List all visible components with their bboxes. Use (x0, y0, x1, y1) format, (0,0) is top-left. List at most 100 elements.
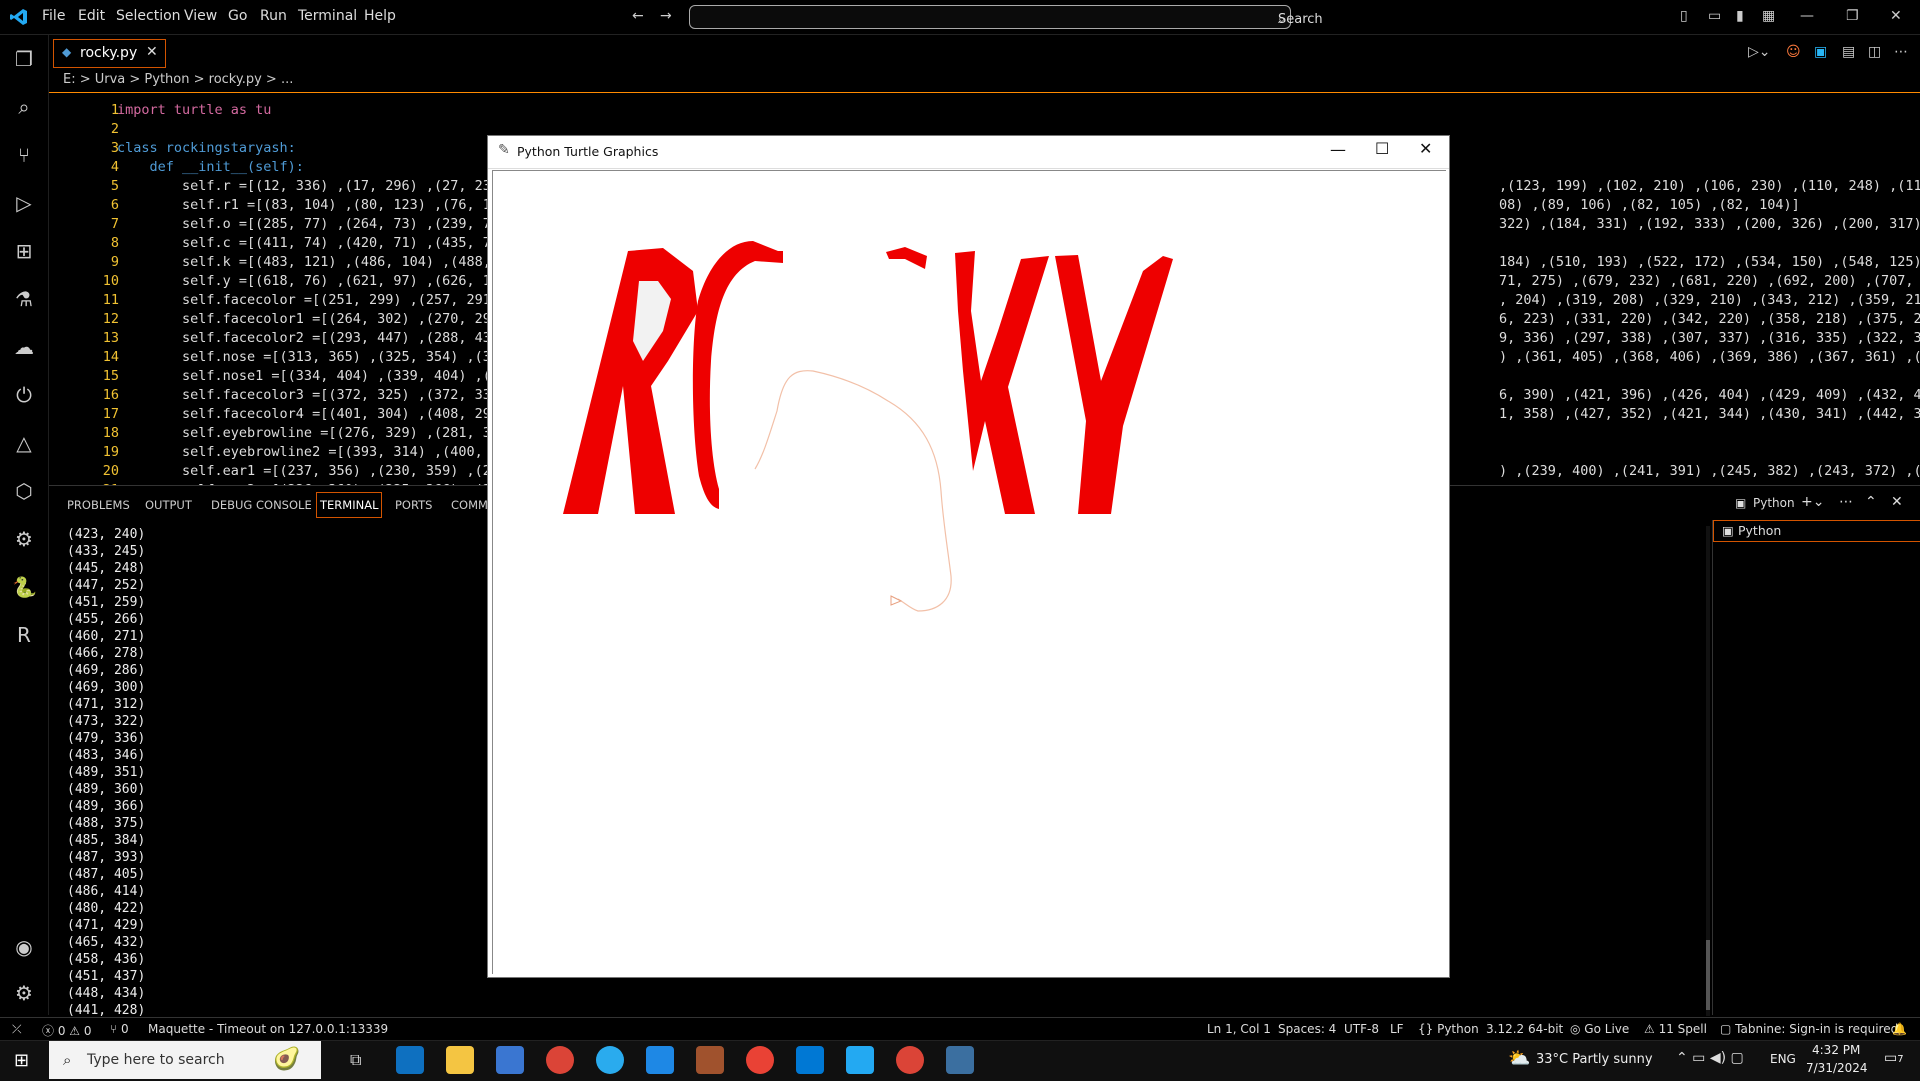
notification-center-icon[interactable]: ▭7 (1884, 1050, 1904, 1066)
indentation-status[interactable]: Spaces: 4 (1278, 1022, 1336, 1036)
problems-status[interactable]: ⓧ 0 ⚠ 0 (42, 1022, 92, 1039)
close-panel-icon[interactable]: ✕ (1891, 494, 1903, 510)
remote-icon[interactable]: ⤫ (12, 1022, 22, 1037)
breadcrumb[interactable]: E: > Urva > Python > rocky.py > ... (63, 72, 293, 87)
tabnine-status[interactable]: ▢ Tabnine: Sign-in is required (1720, 1022, 1898, 1036)
winrar-icon[interactable] (696, 1046, 724, 1074)
code-text-overflow: 184) ,(510, 193) ,(522, 172) ,(534, 150)… (1499, 254, 1920, 270)
live-preview-icon[interactable]: ▣ (1814, 44, 1827, 60)
tab-comments[interactable]: COMM (451, 498, 488, 512)
deploy-icon[interactable]: △ (12, 431, 36, 455)
weather-text[interactable]: 33°C Partly sunny (1536, 1052, 1653, 1067)
command-search[interactable]: ⌕ Search (689, 5, 1323, 29)
spell-status[interactable]: ⚠ 11 Spell (1644, 1022, 1707, 1036)
code-line[interactable]: 1 import turtle as tu (49, 101, 1920, 120)
interpreter-status[interactable]: 3.12.2 64-bit (1486, 1022, 1563, 1036)
turtle-canvas[interactable] (492, 170, 1446, 974)
terminal-output[interactable]: (423, 240) (433, 245) (445, 248) (447, 252)… (67, 526, 145, 1019)
tab-rocky-py[interactable]: ◆ rocky.py ✕ (53, 39, 166, 68)
eol-status[interactable]: LF (1390, 1022, 1404, 1036)
remote-explorer-icon[interactable]: ☁ (12, 335, 36, 359)
menu-view[interactable]: View (184, 8, 217, 24)
menu-run[interactable]: Run (260, 8, 287, 24)
menu-go[interactable]: Go (228, 8, 247, 24)
turtle-maximize-icon[interactable]: ☐ (1375, 139, 1389, 158)
taskbar-search[interactable]: ⌕ Type here to search 🥑 (49, 1041, 321, 1079)
minimize-icon[interactable]: — (1800, 8, 1814, 24)
chrome-2-icon[interactable] (746, 1046, 774, 1074)
turtle-title-bar[interactable]: ✎ Python Turtle Graphics — ☐ ✕ (488, 136, 1449, 169)
explorer-icon[interactable]: ❐ (12, 47, 36, 71)
split-editor-icon[interactable]: ◫ (1868, 44, 1881, 60)
search-icon[interactable]: ⌕ (12, 95, 36, 119)
turtle-close-icon[interactable]: ✕ (1419, 139, 1432, 158)
file-explorer-icon[interactable] (446, 1046, 474, 1074)
run-debug-icon[interactable]: ▷ (12, 191, 36, 215)
settings-gear-icon[interactable]: ⚙ (12, 981, 36, 1005)
maquette-status[interactable]: Maquette - Timeout on 127.0.0.1:13339 (148, 1022, 388, 1036)
customize-layout-icon[interactable]: ▦ (1762, 8, 1775, 24)
ports-status[interactable]: ⑂ 0 (110, 1022, 129, 1036)
turtle-window[interactable]: ✎ Python Turtle Graphics — ☐ ✕ (487, 135, 1450, 978)
menu-edit[interactable]: Edit (78, 8, 105, 24)
more-actions-icon[interactable]: ⋯ (1894, 44, 1908, 60)
edge-icon[interactable] (396, 1046, 424, 1074)
r-language-icon[interactable]: R (12, 623, 36, 647)
back-arrow-icon[interactable]: ← (632, 8, 644, 24)
clock-date[interactable]: 7/31/2024 (1806, 1061, 1868, 1075)
tray-icons[interactable]: ⌃ ▭ ◀) ▢ (1676, 1050, 1744, 1066)
terminal-header-label[interactable]: Python (1753, 496, 1795, 510)
language-status[interactable]: {} Python (1418, 1022, 1479, 1036)
gear-hex-icon[interactable]: ⚙ (12, 527, 36, 551)
menu-help[interactable]: Help (364, 8, 396, 24)
panel-more-icon[interactable]: ⋯ (1839, 494, 1853, 510)
extensions-icon[interactable]: ⊞ (12, 239, 36, 263)
tab-close-icon[interactable]: ✕ (146, 44, 158, 60)
turtle-minimize-icon[interactable]: — (1330, 140, 1346, 159)
terminal-scrollbar[interactable] (1706, 526, 1710, 1016)
source-control-icon[interactable]: ⑂ (12, 143, 36, 167)
tab-ports[interactable]: PORTS (395, 498, 432, 512)
go-live-button[interactable]: ◎ Go Live (1570, 1022, 1629, 1036)
power-icon[interactable]: ⏻ (12, 383, 36, 407)
mail-icon[interactable] (796, 1046, 824, 1074)
tab-debug-console[interactable]: DEBUG CONSOLE (211, 498, 312, 512)
close-icon[interactable]: ✕ (1890, 8, 1902, 24)
menu-selection[interactable]: Selection (116, 8, 181, 24)
clock-time[interactable]: 4:32 PM (1812, 1043, 1860, 1057)
package-icon[interactable]: ⬡ (12, 479, 36, 503)
copilot-icon[interactable]: ☺ (1786, 44, 1801, 60)
notifications-bell-icon[interactable]: 🔔 (1892, 1022, 1907, 1036)
menu-terminal[interactable]: Terminal (298, 8, 357, 24)
toggle-sidebar-icon[interactable]: ▯ (1680, 8, 1688, 24)
maximize-panel-icon[interactable]: ⌃ (1865, 494, 1877, 510)
tab-problems[interactable]: PROBLEMS (67, 498, 130, 512)
new-terminal-icon[interactable]: +⌄ (1801, 494, 1824, 510)
app-icon[interactable] (646, 1046, 674, 1074)
testing-icon[interactable]: ⚗ (12, 287, 36, 311)
task-view-icon[interactable]: ⧉ (350, 1050, 361, 1070)
chrome-icon[interactable] (546, 1046, 574, 1074)
cursor-position[interactable]: Ln 1, Col 1 (1207, 1022, 1271, 1036)
terminal-list-item[interactable]: ▣ Python (1713, 520, 1920, 542)
store-icon[interactable] (496, 1046, 524, 1074)
input-language[interactable]: ENG (1770, 1052, 1796, 1066)
code-text: self.c =[(411, 74) ,(420, 71) ,(435, 71) (117, 235, 508, 251)
toggle-secondary-sidebar-icon[interactable]: ▮ (1736, 8, 1744, 24)
tab-terminal[interactable]: TERMINAL (316, 492, 383, 518)
menu-file[interactable]: File (42, 8, 65, 24)
windows-start-icon[interactable]: ⊞ (14, 1050, 29, 1071)
vscode-taskbar-icon[interactable] (846, 1046, 874, 1074)
tab-output[interactable]: OUTPUT (145, 498, 192, 512)
run-python-file-icon[interactable]: ▷⌄ (1748, 44, 1771, 60)
account-icon[interactable]: ◉ (12, 935, 36, 959)
open-preview-icon[interactable]: ▤ (1842, 44, 1855, 60)
python-taskbar-icon[interactable] (946, 1046, 974, 1074)
telegram-icon[interactable] (596, 1046, 624, 1074)
restore-icon[interactable]: ❐ (1846, 8, 1859, 24)
toggle-panel-icon[interactable]: ▭ (1708, 8, 1721, 24)
encoding-status[interactable]: UTF-8 (1344, 1022, 1379, 1036)
forward-arrow-icon[interactable]: → (660, 8, 672, 24)
chrome-3-icon[interactable] (896, 1046, 924, 1074)
python-icon[interactable]: 🐍 (12, 575, 37, 599)
